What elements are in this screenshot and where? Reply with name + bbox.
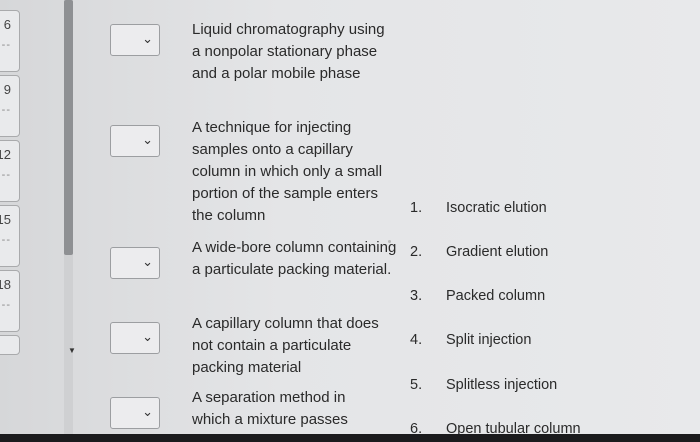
question-points: -- xyxy=(1,299,11,311)
chevron-down-icon: ⌄ xyxy=(142,330,153,345)
scrollbar-thumb[interactable] xyxy=(64,0,73,255)
match-select[interactable]: ⌄ xyxy=(110,125,160,157)
question-number-box[interactable]: 18 -- xyxy=(0,270,20,332)
answer-number: 5. xyxy=(410,377,423,393)
question-points: -- xyxy=(1,104,11,116)
match-description: Liquid chromatography using a nonpolar s… xyxy=(192,21,385,82)
question-number: 9 xyxy=(3,82,11,97)
question-number: 6 xyxy=(3,17,11,32)
match-description: A capillary column that does not contain… xyxy=(192,315,379,376)
answer-option: 3. Packed column xyxy=(410,288,545,304)
question-number-box[interactable] xyxy=(0,335,20,355)
match-select[interactable]: ⌄ xyxy=(110,397,160,429)
answer-option: 2. Gradient elution xyxy=(410,244,548,260)
question-points: -- xyxy=(1,234,11,246)
question-number-box[interactable]: 6 -- xyxy=(0,10,20,72)
question-number: 12 xyxy=(0,147,11,162)
answer-option: 5. Splitless injection xyxy=(410,377,557,393)
question-number: 15 xyxy=(0,212,11,227)
match-select[interactable]: ⌄ xyxy=(110,24,160,56)
answer-number: 1. xyxy=(410,200,423,216)
question-number-box[interactable]: 12 -- xyxy=(0,140,20,202)
answer-label: Split injection xyxy=(446,332,532,348)
question-number: 18 xyxy=(0,277,11,292)
decorative-dot xyxy=(388,240,391,243)
question-number-box[interactable]: 9 -- xyxy=(0,75,20,137)
answer-number: 3. xyxy=(410,288,423,304)
answer-label: Gradient elution xyxy=(446,244,549,260)
chevron-down-icon: ⌄ xyxy=(142,133,153,148)
answer-option: 1. Isocratic elution xyxy=(410,200,547,216)
match-select[interactable]: ⌄ xyxy=(110,322,160,354)
chevron-down-icon: ⌄ xyxy=(142,255,153,270)
match-description: A separation method in which a mixture p… xyxy=(192,389,348,428)
scroll-down-icon[interactable]: ▼ xyxy=(68,346,76,355)
answer-number: 2. xyxy=(410,244,423,260)
answer-label: Isocratic elution xyxy=(446,200,547,216)
match-description: A wide-bore column containing a particul… xyxy=(192,239,397,278)
question-navigator: 6 -- 9 -- 12 -- 15 -- 18 -- xyxy=(0,0,22,442)
match-description: A technique for injecting samples onto a… xyxy=(192,119,383,224)
match-select[interactable]: ⌄ xyxy=(110,247,160,279)
answer-label: Splitless injection xyxy=(446,377,558,393)
chevron-down-icon: ⌄ xyxy=(142,405,153,420)
answer-option: 4. Split injection xyxy=(410,332,531,348)
answer-label: Packed column xyxy=(446,288,546,304)
answer-number: 4. xyxy=(410,332,423,348)
screen-bezel xyxy=(0,434,700,442)
question-points: -- xyxy=(1,39,11,51)
question-number-box[interactable]: 15 -- xyxy=(0,205,20,267)
chevron-down-icon: ⌄ xyxy=(142,32,153,47)
question-points: -- xyxy=(1,169,11,181)
